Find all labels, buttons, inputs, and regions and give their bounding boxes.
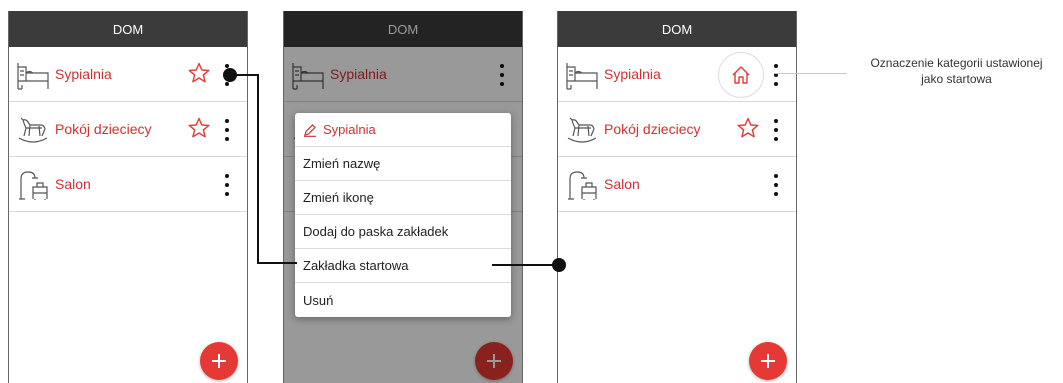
menu-item-delete[interactable]: Usuń <box>295 283 511 317</box>
room-label: Pokój dzieciecy <box>55 121 152 137</box>
bed-icon <box>566 63 598 90</box>
plus-icon <box>212 354 226 368</box>
more-options-icon[interactable] <box>772 64 780 86</box>
home-icon <box>732 66 750 84</box>
menu-item-add-to-tabs[interactable]: Dodaj do paska zakładek <box>295 215 511 249</box>
room-label: Salon <box>55 176 91 192</box>
star-icon[interactable] <box>187 61 211 85</box>
context-menu-title: Sypialnia <box>323 122 376 137</box>
lamp-armchair-icon <box>19 171 48 200</box>
more-options-icon[interactable] <box>772 119 780 141</box>
context-menu: Sypialnia Zmień nazwę Zmień ikonę Dodaj … <box>295 113 511 317</box>
add-room-button[interactable] <box>749 342 787 380</box>
room-label: Salon <box>604 176 640 192</box>
annotation-line-2: jako startowa <box>921 72 992 86</box>
room-label: Sypialnia <box>604 66 661 82</box>
screen-room-list: DOM Sypialnia Pokój dzieciecy Salon <box>8 11 248 383</box>
connector-line <box>257 262 297 264</box>
app-title: DOM <box>9 11 247 47</box>
annotation-leader-line <box>775 73 847 74</box>
list-item-room[interactable]: Sypialnia <box>9 47 247 102</box>
start-tab-marker[interactable] <box>718 52 764 98</box>
add-room-button[interactable] <box>200 342 238 380</box>
menu-item-rename[interactable]: Zmień nazwę <box>295 147 511 181</box>
list-item-room[interactable]: Sypialnia <box>558 47 796 102</box>
list-item-room[interactable]: Pokój dzieciecy <box>9 102 247 157</box>
connector-dot-end <box>552 258 566 272</box>
more-options-icon[interactable] <box>223 174 231 196</box>
connector-line <box>257 74 259 264</box>
plus-icon <box>761 354 775 368</box>
screen-room-menu: DOM Sypialnia Sypialnia Zmień nazwę Zmie… <box>283 11 523 383</box>
connector-line <box>230 74 258 76</box>
bed-icon <box>17 63 49 90</box>
room-label: Pokój dzieciecy <box>604 121 701 137</box>
more-options-icon[interactable] <box>772 174 780 196</box>
rocking-horse-icon <box>567 117 597 143</box>
lamp-armchair-icon <box>568 171 597 200</box>
screen-room-list-start-set: DOM Sypialnia Pokój dzieciecy Salon <box>557 11 797 383</box>
rocking-horse-icon <box>18 117 48 143</box>
list-item-room[interactable]: Pokój dzieciecy <box>558 102 796 157</box>
annotation-line-1: Oznaczenie kategorii ustawionej <box>870 56 1043 70</box>
pencil-icon <box>304 123 316 137</box>
list-item-room[interactable]: Salon <box>558 157 796 212</box>
more-options-icon[interactable] <box>223 119 231 141</box>
star-icon[interactable] <box>736 116 760 140</box>
annotation-text: Oznaczenie kategorii ustawionej jako sta… <box>850 55 1063 87</box>
menu-item-change-icon[interactable]: Zmień ikonę <box>295 181 511 215</box>
star-icon[interactable] <box>187 116 211 140</box>
menu-item-start-tab[interactable]: Zakładka startowa <box>295 249 511 283</box>
room-label: Sypialnia <box>55 66 112 82</box>
context-menu-header: Sypialnia <box>295 113 511 147</box>
app-title: DOM <box>558 11 796 47</box>
list-item-room[interactable]: Salon <box>9 157 247 212</box>
connector-line <box>492 264 560 266</box>
